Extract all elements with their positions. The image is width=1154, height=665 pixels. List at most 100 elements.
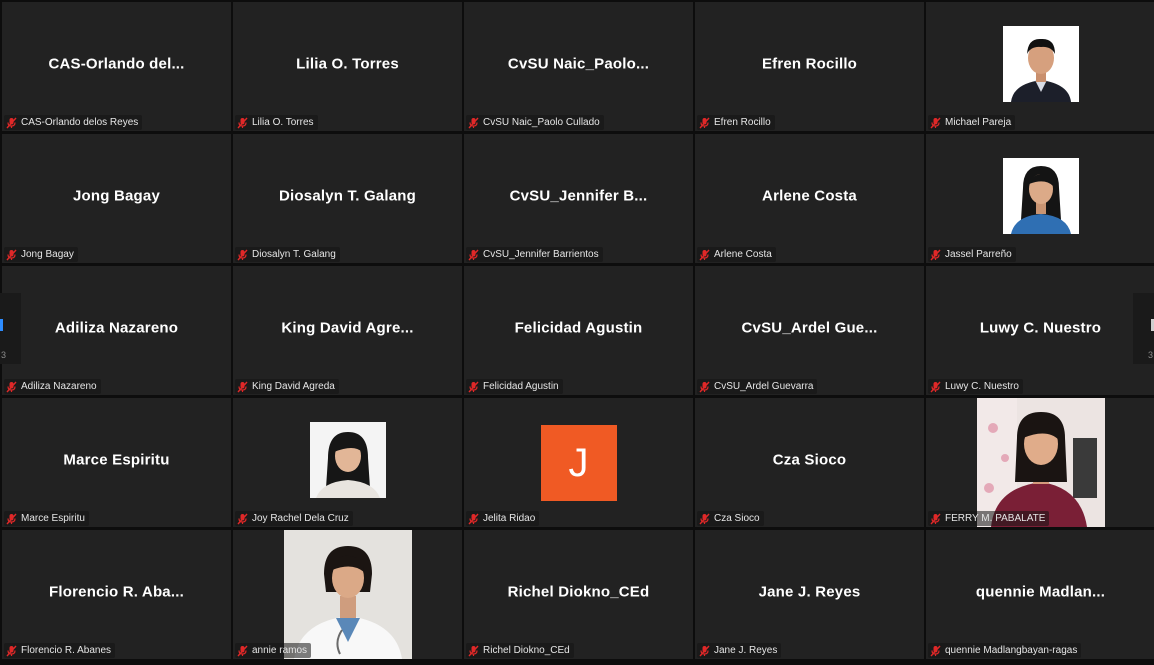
participant-tile[interactable]: Michael Pareja	[926, 2, 1154, 131]
participant-name-tag: Marce Espiritu	[4, 511, 89, 526]
participant-display-name: Cza Sioco	[772, 451, 847, 468]
participant-label: Michael Pareja	[945, 117, 1012, 128]
participant-name-tag: Adiliza Nazareno	[4, 379, 101, 394]
participant-tile[interactable]: Efren Rocillo Efren Rocillo	[695, 2, 924, 131]
participant-display-name: CAS-Orlando del...	[48, 55, 185, 72]
participant-name-tag: Diosalyn T. Galang	[235, 247, 340, 262]
muted-mic-icon	[930, 513, 941, 525]
participant-tile[interactable]: Florencio R. Aba... Florencio R. Abanes	[2, 530, 231, 659]
muted-mic-icon	[237, 381, 248, 393]
participant-label: annie ramos	[252, 645, 308, 656]
next-page-button[interactable]: 3	[1133, 293, 1154, 364]
participant-tile[interactable]: CvSU_Jennifer B... CvSU_Jennifer Barrient…	[464, 134, 693, 263]
participant-tile[interactable]: J Jelita Ridao	[464, 398, 693, 527]
participant-label: CvSU_Ardel Guevarra	[714, 381, 814, 392]
participant-tile[interactable]: Arlene Costa Arlene Costa	[695, 134, 924, 263]
participant-name-tag: quennie Madlangbayan-ragas	[928, 643, 1082, 658]
participant-display-name: Luwy C. Nuestro	[979, 319, 1102, 336]
participant-label: King David Agreda	[252, 381, 335, 392]
participant-display-name: Adiliza Nazareno	[54, 319, 179, 336]
participant-name-tag: Efren Rocillo	[697, 115, 775, 130]
participant-name-tag: annie ramos	[235, 643, 312, 658]
previous-page-button[interactable]: 3	[0, 293, 21, 364]
muted-mic-icon	[468, 513, 479, 525]
next-page-number: 3	[1147, 350, 1153, 360]
muted-mic-icon	[699, 381, 710, 393]
muted-mic-icon	[237, 513, 248, 525]
participant-tile[interactable]: Jassel Parreño	[926, 134, 1154, 263]
participant-tile[interactable]: Richel Diokno_CEd Richel Diokno_CEd	[464, 530, 693, 659]
participant-tile[interactable]: Adiliza Nazareno Adiliza Nazareno	[2, 266, 231, 395]
participant-video	[1002, 26, 1079, 102]
participant-display-name: Diosalyn T. Galang	[279, 187, 416, 204]
participant-tile[interactable]: King David Agre... King David Agreda	[233, 266, 462, 395]
participant-name-tag: FERRY M. PABALATE	[928, 511, 1050, 526]
participant-name-tag: Richel Diokno_CEd	[466, 643, 574, 658]
participant-name-tag: Felicidad Agustin	[466, 379, 563, 394]
participant-tile[interactable]: CvSU_Ardel Gue... CvSU_Ardel Guevarra	[695, 266, 924, 395]
muted-mic-icon	[468, 645, 479, 657]
participant-label: quennie Madlangbayan-ragas	[945, 645, 1078, 656]
participant-video	[976, 398, 1105, 527]
participant-display-name: CvSU_Jennifer B...	[509, 187, 648, 204]
participant-name-tag: Luwy C. Nuestro	[928, 379, 1023, 394]
participant-display-name: quennie Madlan...	[975, 583, 1106, 600]
muted-mic-icon	[6, 381, 17, 393]
participant-label: Cza Sioco	[714, 513, 760, 524]
participant-tile[interactable]: Luwy C. Nuestro Luwy C. Nuestro	[926, 266, 1154, 395]
muted-mic-icon	[699, 117, 710, 129]
participant-display-name: Marce Espiritu	[63, 451, 170, 468]
participant-label: Jassel Parreño	[945, 249, 1012, 260]
participant-display-name: King David Agre...	[281, 319, 414, 336]
participant-label: FERRY M. PABALATE	[945, 513, 1046, 524]
participant-name-tag: Jassel Parreño	[928, 247, 1016, 262]
participant-name-tag: Jane J. Reyes	[697, 643, 782, 658]
muted-mic-icon	[237, 249, 248, 261]
muted-mic-icon	[6, 513, 17, 525]
participant-name-tag: Joy Rachel Dela Cruz	[235, 511, 353, 526]
video-gallery: CAS-Orlando del... CAS-Orlando delos Reye…	[0, 0, 1154, 665]
participant-label: Richel Diokno_CEd	[483, 645, 570, 656]
participant-tile[interactable]: Cza Sioco Cza Sioco	[695, 398, 924, 527]
participant-tile[interactable]: Lilia O. Torres Lilia O. Torres	[233, 2, 462, 131]
participant-name-tag: Jong Bagay	[4, 247, 78, 262]
participant-tile[interactable]: CAS-Orlando del... CAS-Orlando delos Reye…	[2, 2, 231, 131]
participant-name-tag: CAS-Orlando delos Reyes	[4, 115, 143, 130]
participant-name-tag: CvSU_Ardel Guevarra	[697, 379, 818, 394]
participant-display-name: CvSU_Ardel Gue...	[741, 319, 878, 336]
participant-display-name: Jane J. Reyes	[758, 583, 861, 600]
participant-label: Jane J. Reyes	[714, 645, 778, 656]
page-indicator-left	[0, 319, 3, 331]
participant-label: Adiliza Nazareno	[21, 381, 97, 392]
muted-mic-icon	[930, 381, 941, 393]
participant-label: Florencio R. Abanes	[21, 645, 112, 656]
muted-mic-icon	[6, 249, 17, 261]
muted-mic-icon	[468, 381, 479, 393]
muted-mic-icon	[930, 645, 941, 657]
muted-mic-icon	[468, 249, 479, 261]
participant-name-tag: CvSU_Jennifer Barrientos	[466, 247, 603, 262]
participant-name-tag: Florencio R. Abanes	[4, 643, 116, 658]
participant-name-tag: Arlene Costa	[697, 247, 776, 262]
muted-mic-icon	[237, 645, 248, 657]
participant-tile[interactable]: Joy Rachel Dela Cruz	[233, 398, 462, 527]
participant-label: Efren Rocillo	[714, 117, 771, 128]
participant-tile[interactable]: quennie Madlan... quennie Madlangbayan-ra…	[926, 530, 1154, 659]
participant-tile[interactable]: Jane J. Reyes Jane J. Reyes	[695, 530, 924, 659]
participant-tile[interactable]: Felicidad Agustin Felicidad Agustin	[464, 266, 693, 395]
muted-mic-icon	[699, 249, 710, 261]
muted-mic-icon	[930, 249, 941, 261]
participant-display-name: Efren Rocillo	[761, 55, 858, 72]
participant-tile[interactable]: FERRY M. PABALATE	[926, 398, 1154, 527]
muted-mic-icon	[6, 645, 17, 657]
participant-label: CAS-Orlando delos Reyes	[21, 117, 139, 128]
previous-page-number: 3	[1, 350, 7, 360]
participant-display-name: Florencio R. Aba...	[49, 583, 184, 600]
participant-video	[309, 422, 386, 498]
participant-name-tag: King David Agreda	[235, 379, 339, 394]
participant-tile[interactable]: Marce Espiritu Marce Espiritu	[2, 398, 231, 527]
participant-tile[interactable]: CvSU Naic_Paolo... CvSU Naic_Paolo Cullad…	[464, 2, 693, 131]
participant-tile[interactable]: annie ramos	[233, 530, 462, 659]
participant-tile[interactable]: Diosalyn T. Galang Diosalyn T. Galang	[233, 134, 462, 263]
participant-tile[interactable]: Jong Bagay Jong Bagay	[2, 134, 231, 263]
